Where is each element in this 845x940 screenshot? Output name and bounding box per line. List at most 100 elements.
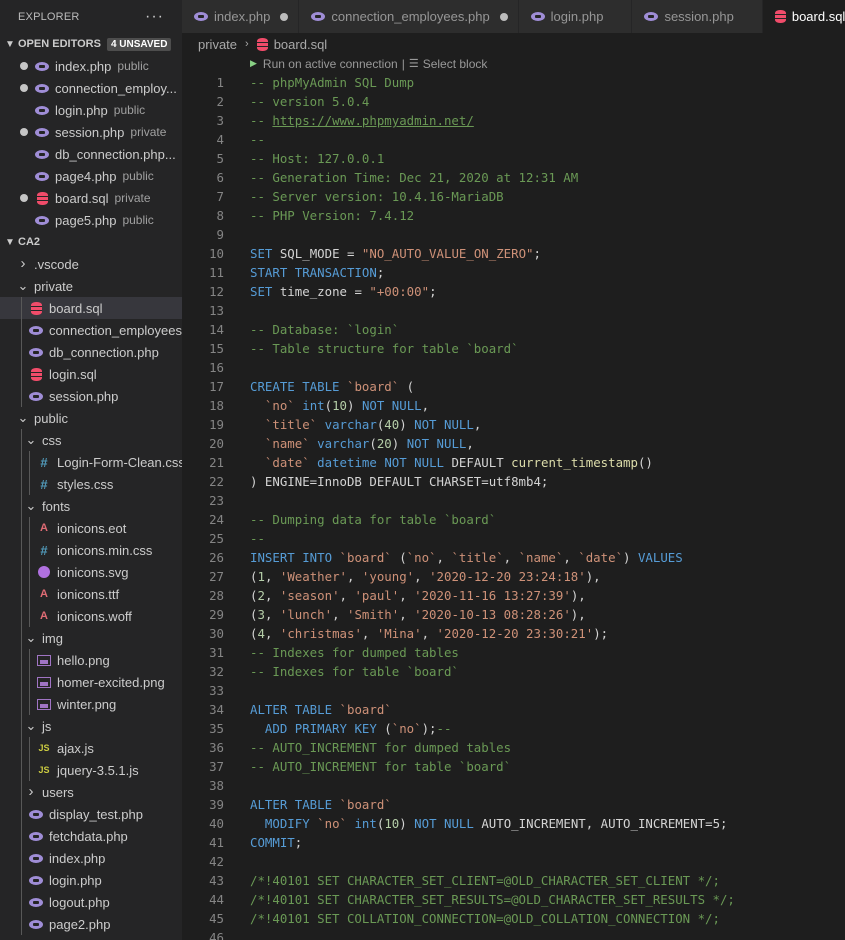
tree-file[interactable]: homer-excited.png xyxy=(0,671,182,693)
code-line[interactable]: 37 -- AUTO_INCREMENT for table `board` xyxy=(182,757,845,776)
code-line[interactable]: 44 /*!40101 SET CHARACTER_SET_RESULTS=@OL… xyxy=(182,890,845,909)
open-editor-item[interactable]: connection_employ... xyxy=(0,77,182,99)
code-line[interactable]: 4 -- xyxy=(182,130,845,149)
tab-connection-employees-php[interactable]: connection_employees.php xyxy=(299,0,519,33)
tree-file[interactable]: Aionicons.ttf xyxy=(0,583,182,605)
tree-file[interactable]: login.php xyxy=(0,869,182,891)
tree-file[interactable]: # styles.css xyxy=(0,473,182,495)
code-line[interactable]: 20 `name` varchar(20) NOT NULL, xyxy=(182,434,845,453)
open-editor-item[interactable]: db_connection.php... xyxy=(0,143,182,165)
code-line[interactable]: 6 -- Generation Time: Dec 21, 2020 at 12:… xyxy=(182,168,845,187)
code-line[interactable]: 32 -- Indexes for table `board` xyxy=(182,662,845,681)
code-line[interactable]: 39 ALTER TABLE `board` xyxy=(182,795,845,814)
tree-file[interactable]: login.sql xyxy=(0,363,182,385)
code-line[interactable]: 19 `title` varchar(40) NOT NULL, xyxy=(182,415,845,434)
open-editor-item[interactable]: login.php public xyxy=(0,99,182,121)
code-line[interactable]: 7 -- Server version: 10.4.16-MariaDB xyxy=(182,187,845,206)
tree-file[interactable]: db_connection.php xyxy=(0,341,182,363)
tree-file[interactable]: JS ajax.js xyxy=(0,737,182,759)
tree-folder[interactable]: ⌄ img xyxy=(0,627,182,649)
tree-folder[interactable]: › users xyxy=(0,781,182,803)
open-editor-item[interactable]: page4.php public xyxy=(0,165,182,187)
tree-file[interactable]: ionicons.svg xyxy=(0,561,182,583)
unsaved-dot-icon[interactable] xyxy=(20,194,28,202)
tree-file[interactable]: logout.php xyxy=(0,891,182,913)
code-line[interactable]: 8 -- PHP Version: 7.4.12 xyxy=(182,206,845,225)
code-line[interactable]: 14 -- Database: `login` xyxy=(182,320,845,339)
open-editor-item[interactable]: index.php public xyxy=(0,55,182,77)
code-line[interactable]: 10 SET SQL_MODE = "NO_AUTO_VALUE_ON_ZERO"… xyxy=(182,244,845,263)
code-line[interactable]: 27 (1, 'Weather', 'young', '2020-12-20 23… xyxy=(182,567,845,586)
tree-file[interactable]: winter.png xyxy=(0,693,182,715)
code-line[interactable]: 29 (3, 'lunch', 'Smith', '2020-10-13 08:2… xyxy=(182,605,845,624)
code-line[interactable]: 41 COMMIT; xyxy=(182,833,845,852)
tree-file[interactable]: Aionicons.woff xyxy=(0,605,182,627)
tree-folder[interactable]: ⌄ private xyxy=(0,275,182,297)
code-line[interactable]: 26 INSERT INTO `board` (`no`, `title`, `n… xyxy=(182,548,845,567)
more-actions-icon[interactable]: ··· xyxy=(145,8,164,26)
tree-folder[interactable]: › .vscode xyxy=(0,253,182,275)
code-line[interactable]: 18 `no` int(10) NOT NULL, xyxy=(182,396,845,415)
tree-file[interactable]: Aionicons.eot xyxy=(0,517,182,539)
code-line[interactable]: 33 xyxy=(182,681,845,700)
tree-file[interactable]: hello.png xyxy=(0,649,182,671)
code-line[interactable]: 36 -- AUTO_INCREMENT for dumped tables xyxy=(182,738,845,757)
code-line[interactable]: 3 -- https://www.phpmyadmin.net/ xyxy=(182,111,845,130)
code-line[interactable]: 22) ENGINE=InnoDB DEFAULT CHARSET=utf8mb… xyxy=(182,472,845,491)
code-line[interactable]: 17 CREATE TABLE `board` ( xyxy=(182,377,845,396)
tree-file[interactable]: connection_employees... xyxy=(0,319,182,341)
code-line[interactable]: 16 xyxy=(182,358,845,377)
code-line[interactable]: 28 (2, 'season', 'paul', '2020-11-16 13:2… xyxy=(182,586,845,605)
tab-board-sql[interactable]: board.sql xyxy=(762,0,845,33)
tree-file[interactable]: board.sql xyxy=(0,297,182,319)
code-editor[interactable]: 1 -- phpMyAdmin SQL Dump 2 -- version 5.0.4… xyxy=(182,73,845,940)
select-block-link[interactable]: Select block xyxy=(423,57,488,71)
breadcrumb-file[interactable]: board.sql xyxy=(274,37,327,52)
code-line[interactable]: 1 -- phpMyAdmin SQL Dump xyxy=(182,73,845,92)
code-line[interactable]: 38 xyxy=(182,776,845,795)
tab-login-php[interactable]: login.php xyxy=(518,0,633,33)
tab-index-php[interactable]: index.php xyxy=(182,0,300,33)
unsaved-dot-icon[interactable] xyxy=(280,12,289,21)
unsaved-dot-icon[interactable] xyxy=(20,128,28,136)
code-line[interactable]: 21 `date` datetime NOT NULL DEFAULT curr… xyxy=(182,453,845,472)
unsaved-dot-icon[interactable] xyxy=(20,84,28,92)
code-line[interactable]: 46 xyxy=(182,928,845,940)
tree-folder[interactable]: ⌄ css xyxy=(0,429,182,451)
open-editors-section[interactable]: ▼ OPEN EDITORS 4 UNSAVED xyxy=(0,33,182,55)
tree-file[interactable]: # Login-Form-Clean.css xyxy=(0,451,182,473)
code-line[interactable]: 2 -- version 5.0.4 xyxy=(182,92,845,111)
breadcrumb-folder[interactable]: private xyxy=(198,37,237,52)
code-line[interactable]: 42 xyxy=(182,852,845,871)
project-section[interactable]: ▼ CA2 xyxy=(0,231,182,253)
tree-file[interactable]: display_test.php xyxy=(0,803,182,825)
code-line[interactable]: 9 xyxy=(182,225,845,244)
tree-folder[interactable]: ⌄ fonts xyxy=(0,495,182,517)
tree-file[interactable]: session.php xyxy=(0,385,182,407)
code-token[interactable]: https://www.phpmyadmin.net/ xyxy=(272,113,473,128)
code-line[interactable]: 34 ALTER TABLE `board` xyxy=(182,700,845,719)
code-line[interactable]: 24 -- Dumping data for table `board` xyxy=(182,510,845,529)
tree-folder[interactable]: ⌄ js xyxy=(0,715,182,737)
tree-folder[interactable]: ⌄ public xyxy=(0,407,182,429)
tree-file[interactable]: fetchdata.php xyxy=(0,825,182,847)
unsaved-dot-icon[interactable] xyxy=(499,12,508,21)
code-line[interactable]: 15 -- Table structure for table `board` xyxy=(182,339,845,358)
code-line[interactable]: 25 -- xyxy=(182,529,845,548)
code-line[interactable]: 45 /*!40101 SET COLLATION_CONNECTION=@OLD… xyxy=(182,909,845,928)
code-line[interactable]: 23 xyxy=(182,491,845,510)
code-line[interactable]: 12 SET time_zone = "+00:00"; xyxy=(182,282,845,301)
code-line[interactable]: 11 START TRANSACTION; xyxy=(182,263,845,282)
code-line[interactable]: 30 (4, 'christmas', 'Mina', '2020-12-20 2… xyxy=(182,624,845,643)
code-line[interactable]: 35 ADD PRIMARY KEY (`no`);-- xyxy=(182,719,845,738)
tab-session-php[interactable]: session.php xyxy=(632,0,763,33)
open-editor-item[interactable]: session.php private xyxy=(0,121,182,143)
run-active-connection-link[interactable]: Run on active connection xyxy=(263,57,398,71)
unsaved-dot-icon[interactable] xyxy=(20,62,28,70)
code-line[interactable]: 5 -- Host: 127.0.0.1 xyxy=(182,149,845,168)
code-line[interactable]: 43 /*!40101 SET CHARACTER_SET_CLIENT=@OLD… xyxy=(182,871,845,890)
code-line[interactable]: 31 -- Indexes for dumped tables xyxy=(182,643,845,662)
tree-file[interactable]: JS jquery-3.5.1.js xyxy=(0,759,182,781)
tree-file[interactable]: index.php xyxy=(0,847,182,869)
open-editor-item[interactable]: page5.php public xyxy=(0,209,182,231)
